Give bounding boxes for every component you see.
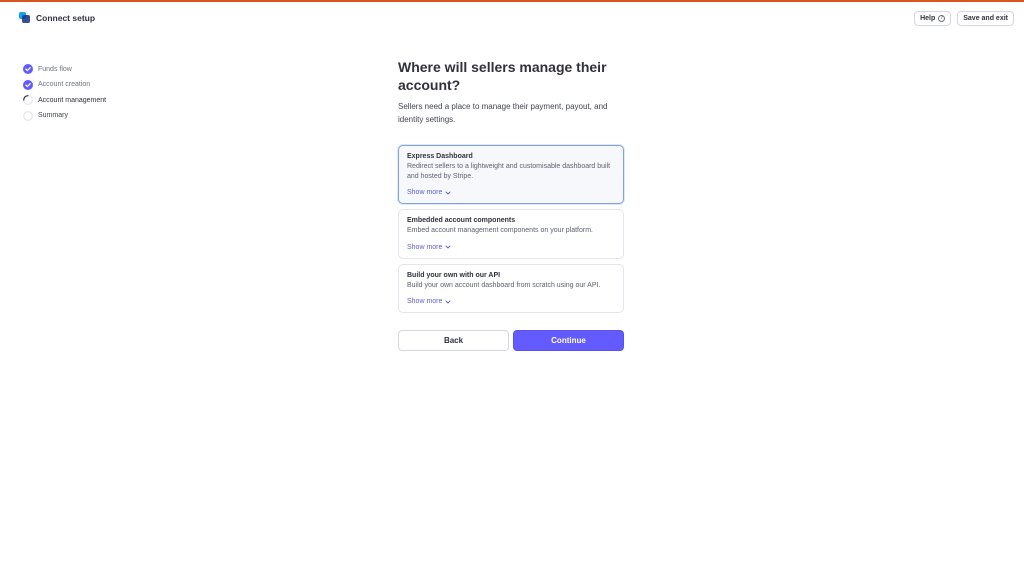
show-more-label: Show more — [407, 189, 443, 196]
top-actions: Help ? Save and exit — [914, 11, 1014, 26]
page-subtitle: Sellers need a place to manage their pay… — [398, 102, 608, 124]
empty-circle-icon — [23, 110, 33, 121]
show-more-link[interactable]: Show more — [407, 189, 451, 196]
back-button[interactable]: Back — [398, 330, 509, 351]
step-label: Account management — [38, 96, 107, 104]
chevron-down-icon — [445, 300, 451, 303]
step-account-management: Account management — [23, 95, 107, 106]
setup-steps: Funds flow Account creation Account mana… — [23, 64, 106, 126]
progress-spinner-icon — [23, 95, 33, 106]
question-icon: ? — [938, 15, 946, 22]
step-summary: Summary — [23, 110, 106, 121]
step-label: Summary — [38, 112, 68, 120]
option-description: Build your own account dashboard from sc… — [407, 281, 601, 289]
brand: Connect setup — [19, 12, 95, 23]
chevron-down-icon — [445, 245, 451, 249]
option-title: Build your own with our API — [407, 271, 501, 279]
option-description: Embed account management components on y… — [407, 227, 593, 234]
top-bar: Connect setup Help ? Save and exit — [0, 2, 1024, 36]
check-circle-icon — [23, 79, 33, 90]
app-title: Connect setup — [36, 12, 96, 23]
option-title: Embedded account components — [407, 217, 516, 224]
show-more-link[interactable]: Show more — [407, 298, 451, 305]
option-build-your-own-api[interactable]: Build your own with our API Build your o… — [398, 263, 624, 313]
account-management-options: Express Dashboard Redirect sellers to a … — [398, 145, 624, 313]
page-title: Where will sellers manage their account? — [398, 59, 607, 93]
stripe-connect-logo-icon — [19, 12, 30, 23]
show-more-label: Show more — [407, 298, 443, 305]
option-title: Express Dashboard — [407, 153, 473, 160]
step-label: Funds flow — [38, 65, 72, 73]
step-funds-flow: Funds flow — [23, 64, 106, 74]
main-content: Where will sellers manage their account?… — [398, 58, 624, 351]
continue-button[interactable]: Continue — [513, 330, 624, 351]
step-label: Account creation — [38, 81, 91, 89]
check-circle-icon — [23, 64, 33, 74]
navigation-buttons: Back Continue — [398, 330, 624, 351]
option-description: Redirect sellers to a lightweight and cu… — [407, 163, 611, 180]
show-more-link[interactable]: Show more — [407, 244, 451, 251]
option-express-dashboard[interactable]: Express Dashboard Redirect sellers to a … — [398, 145, 624, 204]
chevron-down-icon — [445, 191, 451, 194]
help-button[interactable]: Help ? — [914, 11, 952, 26]
step-account-creation: Account creation — [23, 79, 106, 90]
help-button-label: Help — [920, 15, 936, 22]
show-more-label: Show more — [407, 243, 443, 251]
option-embedded-components[interactable]: Embedded account components Embed accoun… — [398, 209, 624, 259]
save-and-exit-button[interactable]: Save and exit — [957, 11, 1014, 26]
